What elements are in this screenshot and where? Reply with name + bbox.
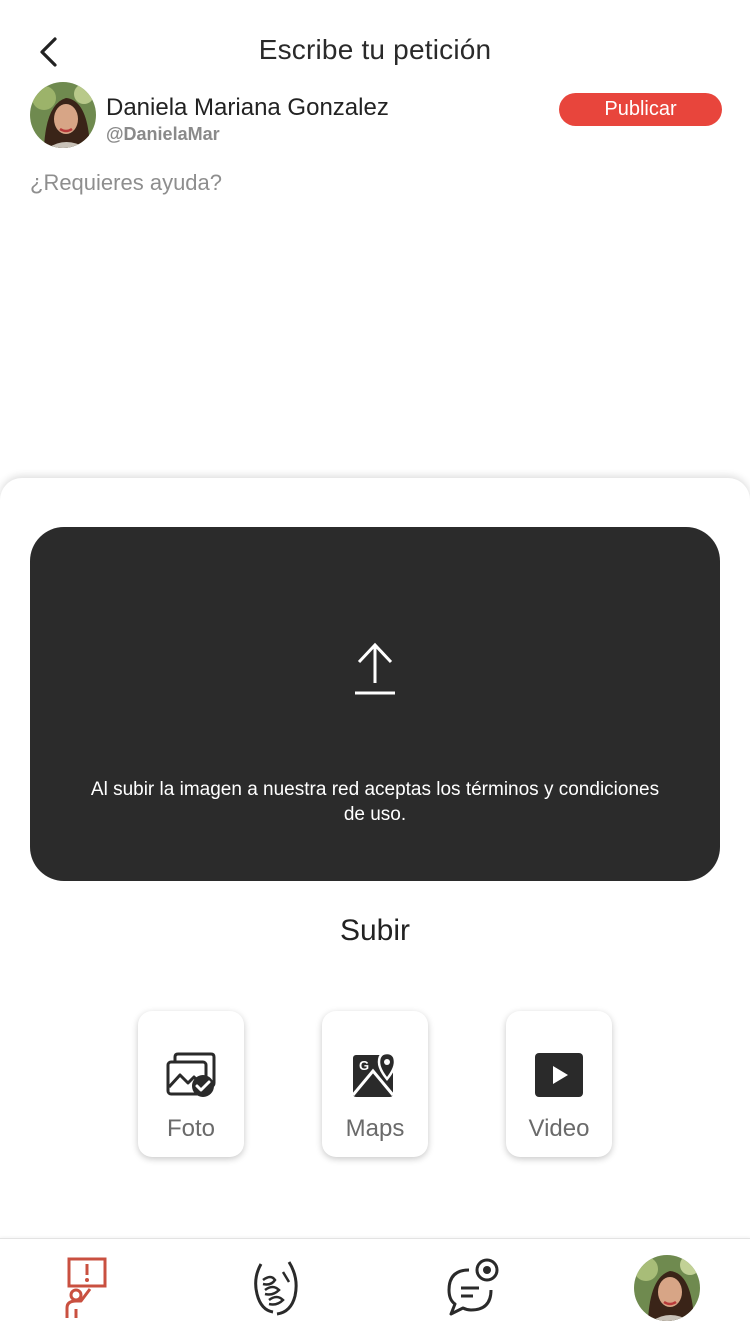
chat-view-icon — [447, 1258, 499, 1316]
play-video-icon — [535, 1053, 583, 1097]
bottom-tab-bar — [0, 1238, 750, 1337]
video-label: Video — [528, 1115, 590, 1142]
user-name: Daniela Mariana Gonzalez — [106, 94, 389, 121]
photo-gallery-icon — [166, 1052, 216, 1097]
photo-label: Foto — [166, 1115, 216, 1142]
map-pin-icon: G — [351, 1051, 397, 1097]
user-row: Daniela Mariana Gonzalez @DanielaMar Pub… — [30, 82, 722, 148]
help-request-icon — [65, 1257, 107, 1318]
upload-dropzone[interactable]: Al subir la imagen a nuestra red aceptas… — [30, 527, 720, 881]
maps-label: Maps — [345, 1115, 405, 1142]
request-input[interactable] — [30, 170, 720, 430]
svg-text:G: G — [359, 1058, 369, 1073]
profile-avatar — [634, 1255, 700, 1321]
photo-button[interactable]: Foto — [138, 1011, 244, 1157]
maps-button[interactable]: G Maps — [322, 1011, 428, 1157]
page-title: Escribe tu petición — [258, 34, 492, 65]
tab-help[interactable] — [240, 1253, 310, 1323]
avatar[interactable] — [30, 82, 96, 148]
user-handle: @DanielaMar — [106, 124, 220, 144]
tab-messages[interactable] — [436, 1253, 506, 1323]
upload-arrow-icon — [355, 642, 395, 695]
video-button[interactable]: Video — [506, 1011, 612, 1157]
upload-terms-text: Al subir la imagen a nuestra red aceptas… — [90, 779, 660, 825]
upload-caption: Subir — [339, 914, 411, 947]
tab-profile[interactable] — [632, 1253, 702, 1323]
publish-button[interactable]: Publicar — [559, 93, 722, 126]
handshake-icon — [254, 1261, 298, 1316]
upload-sheet: Al subir la imagen a nuestra red aceptas… — [0, 478, 750, 1238]
tab-requests[interactable] — [50, 1253, 120, 1323]
